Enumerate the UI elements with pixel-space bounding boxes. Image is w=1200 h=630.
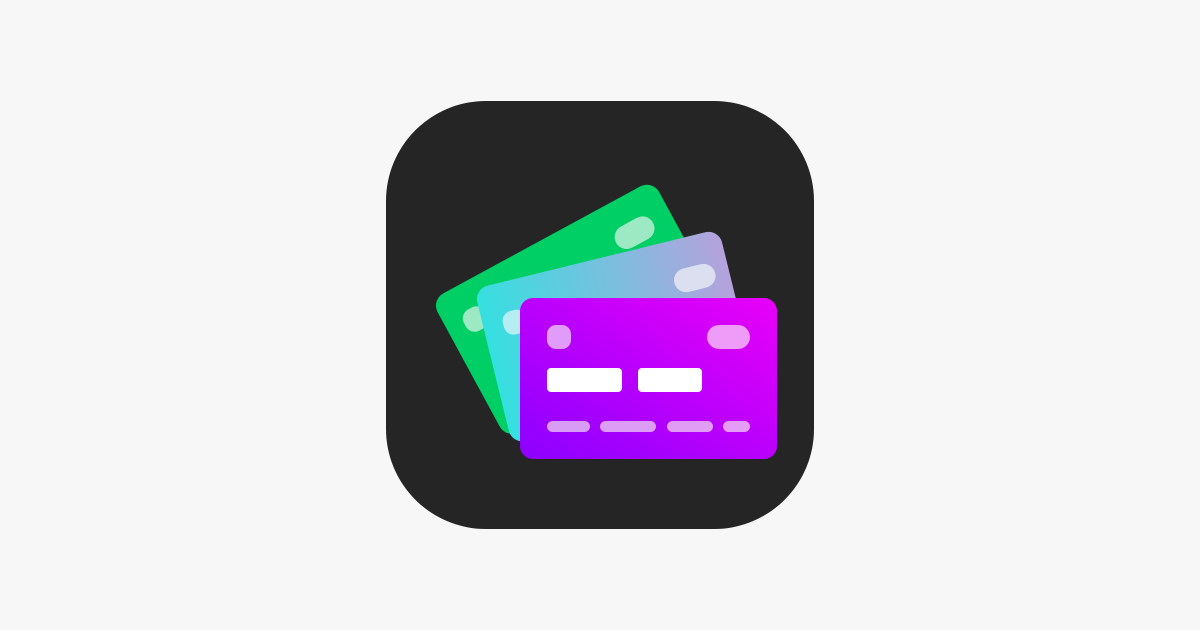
app-icon xyxy=(386,101,814,529)
purple-card-icon xyxy=(520,298,777,459)
chip-icon xyxy=(547,325,571,349)
logo-pill-icon xyxy=(707,325,750,349)
